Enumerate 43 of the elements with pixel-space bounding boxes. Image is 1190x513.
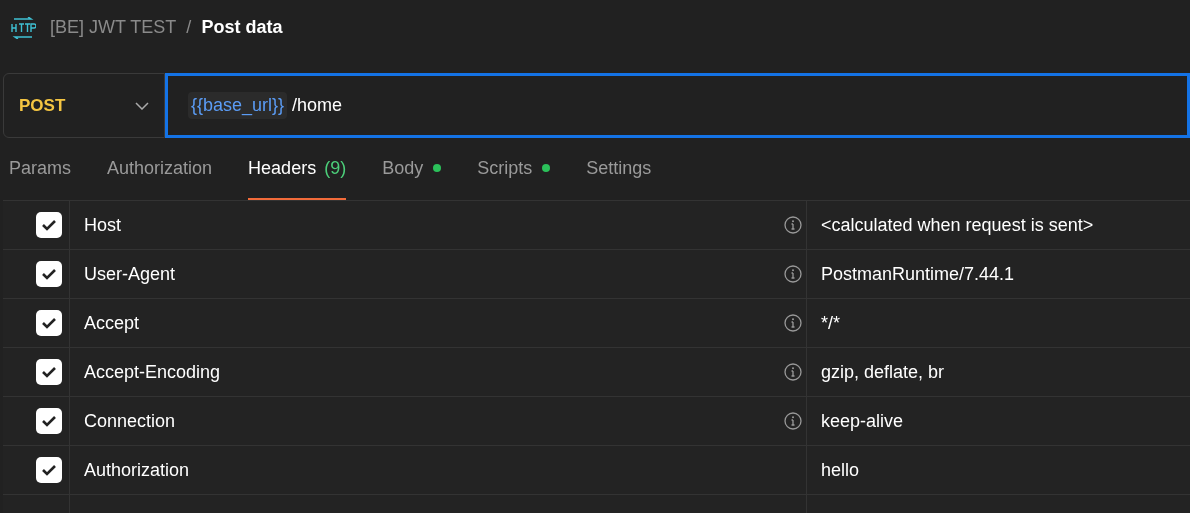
- header-key: Host: [84, 211, 121, 239]
- checkbox[interactable]: [36, 457, 62, 483]
- tab[interactable]: Body: [382, 138, 442, 200]
- checkmark-icon: [41, 219, 57, 231]
- chevron-down-icon: [135, 101, 149, 110]
- checkmark-icon: [41, 317, 57, 329]
- request-name: Post data: [201, 16, 283, 39]
- url-field[interactable]: {{base_url}} /home: [165, 73, 1190, 138]
- header-value: */*: [821, 311, 840, 335]
- header-value: gzip, deflate, br: [821, 360, 945, 384]
- header-key: Accept-Encoding: [84, 358, 221, 386]
- header-value: PostmanRuntime/7.44.1: [821, 262, 1015, 286]
- checkmark-icon: [41, 366, 57, 378]
- variable-token: {{base_url}}: [188, 92, 288, 119]
- tab[interactable]: Settings: [586, 138, 652, 200]
- checkbox[interactable]: [36, 310, 62, 336]
- checkbox[interactable]: [36, 359, 62, 385]
- header-value: keep-alive: [821, 409, 904, 433]
- info-icon[interactable]: [784, 216, 802, 234]
- checkbox[interactable]: [36, 212, 62, 238]
- info-icon[interactable]: [784, 363, 802, 381]
- checkmark-icon: [41, 464, 57, 476]
- breadcrumb-separator: /: [186, 16, 192, 39]
- collection-link[interactable]: [BE] JWT TEST: [50, 14, 177, 41]
- checkbox[interactable]: [36, 408, 62, 434]
- method-dropdown[interactable]: POST: [3, 73, 165, 138]
- http-icon: [10, 16, 36, 39]
- header-value: hello: [821, 458, 860, 482]
- header-key: Authorization: [84, 456, 190, 484]
- header-value: <calculated when request is sent>: [821, 213, 1094, 237]
- header-key: Accept: [84, 309, 140, 337]
- info-icon[interactable]: [784, 412, 802, 430]
- checkmark-icon: [41, 415, 57, 427]
- header-key: Connection: [84, 407, 176, 435]
- info-icon[interactable]: [784, 314, 802, 332]
- checkmark-icon: [41, 268, 57, 280]
- tab[interactable]: Params: [9, 138, 71, 200]
- tab[interactable]: Authorization: [107, 138, 213, 200]
- checkbox[interactable]: [36, 261, 62, 287]
- info-icon[interactable]: [784, 265, 802, 283]
- tab[interactable]: Scripts: [477, 138, 551, 200]
- header-key: User-Agent: [84, 260, 176, 288]
- url-path: /home: [292, 94, 343, 117]
